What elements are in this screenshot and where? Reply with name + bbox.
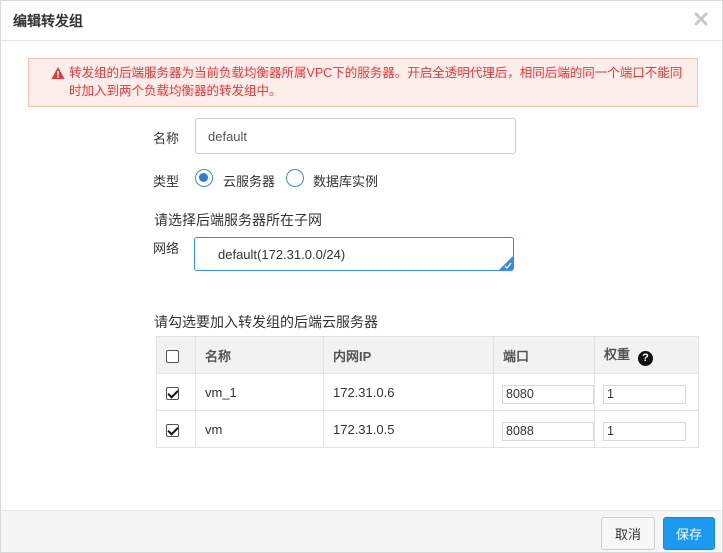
servers-section-title: 请勾选要加入转发组的后端云服务器 — [154, 314, 378, 330]
subnet-section-title: 请选择后端服务器所在子网 — [154, 212, 322, 228]
close-icon[interactable] — [692, 10, 710, 28]
network-select[interactable]: default(172.31.0.0/24) — [194, 237, 514, 271]
name-label: 名称 — [153, 131, 180, 146]
header-ip: 内网IP — [323, 336, 494, 374]
header-port: 端口 — [493, 336, 595, 374]
table-row: vm_1 172.31.0.6 — [156, 373, 699, 411]
radio-cloud-server-label[interactable]: 云服务器 — [223, 171, 275, 190]
weight-input[interactable] — [603, 384, 686, 404]
row-checkbox[interactable] — [166, 423, 179, 437]
servers-table: 名称 内网IP 端口 权重? vm_1 172.31.0.6 vm 172.31… — [156, 336, 699, 448]
network-select-value: default(172.31.0.0/24) — [218, 247, 346, 262]
row-weight-cell — [594, 410, 699, 448]
row-port-cell — [493, 410, 595, 448]
dialog-footer: 取消 保存 — [1, 510, 722, 552]
row-ip: 172.31.0.5 — [323, 410, 494, 448]
warning-triangle-icon — [51, 66, 65, 80]
select-corner-icon — [499, 256, 513, 270]
name-input[interactable] — [195, 118, 516, 154]
header-weight: 权重? — [594, 336, 699, 374]
row-weight-cell — [594, 373, 699, 411]
header-name: 名称 — [195, 336, 324, 374]
type-label: 类型 — [153, 174, 180, 189]
radio-db-instance[interactable] — [286, 169, 304, 187]
save-button[interactable]: 保存 — [663, 517, 715, 550]
edit-forward-group-dialog: 编辑转发组 转发组的后端服务器为当前负载均衡器所属VPC下的服务器。开启全透明代… — [0, 0, 723, 553]
row-port-cell — [493, 373, 595, 411]
network-label: 网络 — [153, 241, 180, 256]
row-ip: 172.31.0.6 — [323, 373, 494, 411]
row-checkbox-cell — [156, 410, 196, 448]
weight-input[interactable] — [603, 421, 686, 441]
row-name: vm_1 — [195, 373, 324, 411]
help-icon[interactable]: ? — [638, 351, 654, 366]
cancel-button[interactable]: 取消 — [601, 517, 655, 550]
select-all-checkbox[interactable] — [166, 349, 179, 363]
dialog-title: 编辑转发组 — [13, 13, 83, 29]
row-checkbox-cell — [156, 373, 196, 411]
port-input[interactable] — [502, 384, 594, 404]
dialog-header: 编辑转发组 — [1, 1, 722, 41]
radio-db-instance-label[interactable]: 数据库实例 — [313, 171, 378, 190]
port-input[interactable] — [502, 421, 594, 441]
table-header-row: 名称 内网IP 端口 权重? — [156, 336, 699, 374]
row-name: vm — [195, 410, 324, 448]
row-checkbox[interactable] — [166, 386, 179, 400]
warning-banner: 转发组的后端服务器为当前负载均衡器所属VPC下的服务器。开启全透明代理后，相同后… — [28, 58, 698, 107]
table-row: vm 172.31.0.5 — [156, 410, 699, 448]
warning-text: 转发组的后端服务器为当前负载均衡器所属VPC下的服务器。开启全透明代理后，相同后… — [69, 66, 683, 98]
radio-cloud-server[interactable] — [195, 169, 213, 187]
header-weight-label: 权重 — [604, 347, 631, 362]
header-checkbox-cell — [156, 336, 196, 374]
